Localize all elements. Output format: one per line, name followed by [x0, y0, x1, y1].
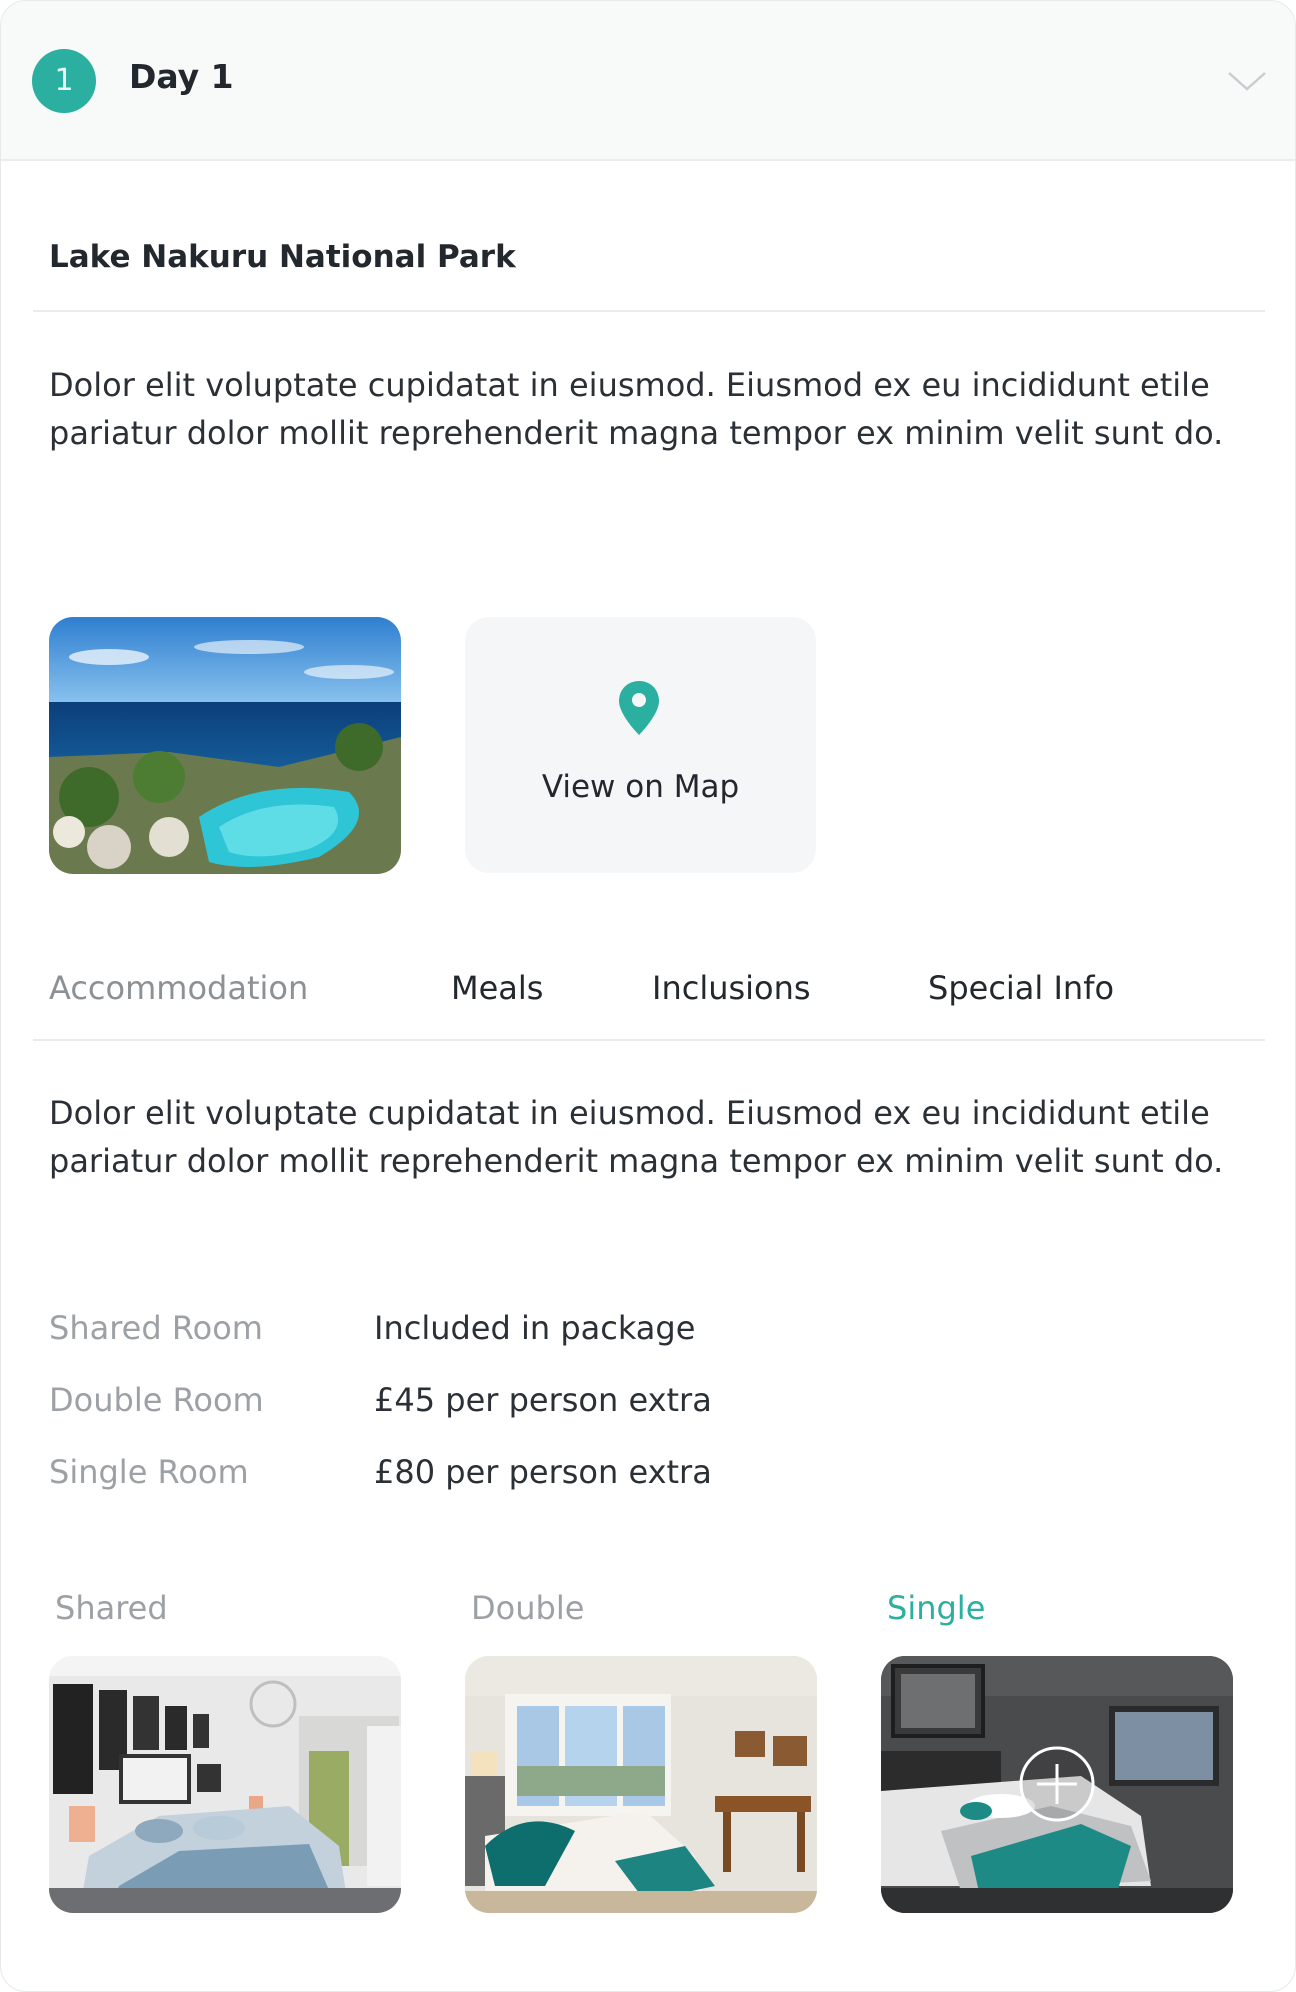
day-header[interactable]: 1 Day 1 [1, 1, 1295, 161]
resort-photo[interactable] [49, 617, 401, 874]
room-type-double[interactable]: Double [471, 1589, 584, 1627]
room-label: Single Room [49, 1453, 249, 1491]
tabs-divider [33, 1039, 1265, 1041]
day-number-badge: 1 [32, 49, 96, 113]
accommodation-description: Dolor elit voluptate cupidatat in eiusmo… [49, 1094, 1224, 1180]
tab-meals[interactable]: Meals [451, 969, 543, 1007]
double-room-photo[interactable] [465, 1656, 817, 1913]
view-on-map-label: View on Map [541, 769, 740, 805]
location-title: Lake Nakuru National Park [49, 239, 516, 275]
shared-room-photo[interactable] [49, 1656, 401, 1913]
day-card: 1 Day 1 Lake Nakuru National Park Dolor … [0, 0, 1296, 1992]
tab-accommodation[interactable]: Accommodation [49, 969, 308, 1007]
chevron-down-icon[interactable] [1227, 61, 1267, 101]
view-on-map-button[interactable]: View on Map [465, 617, 816, 873]
room-type-single[interactable]: Single [887, 1589, 985, 1627]
room-type-shared[interactable]: Shared [55, 1589, 168, 1627]
tab-special-info[interactable]: Special Info [928, 969, 1114, 1007]
room-label: Double Room [49, 1381, 264, 1419]
day-title: Day 1 [129, 57, 234, 96]
map-pin-icon [617, 679, 661, 737]
room-price: £80 per person extra [374, 1453, 712, 1491]
tab-inclusions[interactable]: Inclusions [652, 969, 811, 1007]
room-label: Shared Room [49, 1309, 263, 1347]
room-price: £45 per person extra [374, 1381, 712, 1419]
single-room-photo[interactable] [881, 1656, 1233, 1913]
room-price: Included in package [374, 1309, 696, 1347]
divider [33, 310, 1265, 312]
plus-circle-icon[interactable] [1021, 1748, 1093, 1820]
location-description: Dolor elit voluptate cupidatat in eiusmo… [49, 366, 1224, 452]
